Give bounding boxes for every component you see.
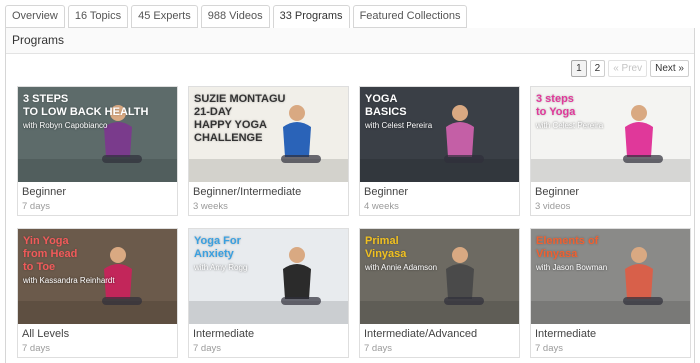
program-duration: 3 videos	[535, 201, 571, 212]
thumbnail-subtitle: with Robyn Capobianco	[23, 121, 108, 130]
thumbnail-title-line: to Toe	[23, 261, 56, 273]
program-card[interactable]: YOGA BASICS with Celest Pereira Beginner 4 w…	[359, 86, 520, 216]
program-duration: 3 weeks	[193, 201, 228, 212]
tab-topics[interactable]: 16 Topics	[67, 5, 129, 28]
program-level: Intermediate	[193, 328, 255, 340]
program-card[interactable]: Primal Vinyasa with Annie Adamson Intermedi…	[359, 228, 520, 358]
thumbnail-subtitle: with Celest Pereira	[365, 121, 433, 130]
program-card[interactable]: Elements of Vinyasa with Jason Bowman Inter…	[530, 228, 691, 358]
page-2-button[interactable]: 2	[589, 60, 606, 77]
thumbnail-title-line: 21-DAY	[194, 106, 233, 118]
program-card[interactable]: 3 steps to Yoga with Celest Pereira Beginne…	[530, 86, 691, 216]
next-page-button[interactable]: Next »	[650, 60, 689, 77]
thumbnail-title-line: BASICS	[365, 106, 407, 118]
thumbnail-subtitle: with Kassandra Reinhardt	[23, 276, 115, 285]
program-thumbnail[interactable]: YOGA BASICS with Celest Pereira	[360, 87, 519, 182]
tab-videos[interactable]: 988 Videos	[200, 5, 270, 28]
program-thumbnail[interactable]: SUZIE MONTAGU 21-DAY HAPPY YOGA CHALLENGE	[189, 87, 348, 182]
thumbnail-title-line: Primal	[365, 235, 399, 247]
prev-page-button[interactable]: « Prev	[608, 60, 648, 77]
thumbnail-subtitle: with Celest Pereira	[536, 121, 604, 130]
program-thumbnail[interactable]: Yin Yoga from Head to Toe with Kassandra Re…	[18, 229, 177, 324]
thumbnail-subtitle: with Annie Adamson	[365, 263, 438, 272]
program-level: Beginner	[22, 186, 67, 198]
thumbnail-title-line: SUZIE MONTAGU	[194, 93, 286, 105]
thumbnail-title-line: Yoga For	[194, 235, 241, 247]
program-card[interactable]: Yin Yoga from Head to Toe with Kassandra Re…	[17, 228, 178, 358]
thumbnail-title-line: to Yoga	[536, 106, 576, 118]
pagination: 1 2 « Prev Next »	[571, 60, 689, 77]
program-level: Beginner/Intermediate	[193, 186, 302, 198]
thumbnail-title-line: 3 STEPS	[23, 93, 69, 105]
thumbnail-title-line: TO LOW BACK HEALTH	[23, 106, 149, 118]
page-1-button[interactable]: 1	[571, 60, 587, 77]
program-duration: 4 weeks	[364, 201, 399, 212]
program-card[interactable]: SUZIE MONTAGU 21-DAY HAPPY YOGA CHALLENGE Be…	[188, 86, 349, 216]
thumbnail-title-line: Vinyasa	[536, 248, 578, 260]
tab-overview[interactable]: Overview	[5, 5, 65, 28]
program-tabs: Overview 16 Topics 45 Experts 988 Videos…	[5, 5, 470, 30]
program-duration: 7 days	[535, 343, 563, 354]
section-title: Programs	[6, 28, 694, 54]
tab-featured-collections[interactable]: Featured Collections	[352, 5, 468, 28]
program-duration: 7 days	[193, 343, 221, 354]
program-duration: 7 days	[22, 201, 50, 212]
program-thumbnail[interactable]: 3 steps to Yoga with Celest Pereira	[531, 87, 690, 182]
program-thumbnail[interactable]: Primal Vinyasa with Annie Adamson	[360, 229, 519, 324]
program-duration: 7 days	[364, 343, 392, 354]
program-thumbnail[interactable]: Yoga For Anxiety with Amy Rogg	[189, 229, 348, 324]
program-thumbnail[interactable]: 3 STEPS TO LOW BACK HEALTH with Robyn Capo…	[18, 87, 177, 182]
thumbnail-title-line: Yin Yoga	[23, 235, 69, 247]
thumbnail-title-line: 3 steps	[536, 93, 574, 105]
program-level: All Levels	[22, 328, 70, 340]
tab-programs[interactable]: 33 Programs	[272, 5, 350, 30]
thumbnail-title-line: YOGA	[365, 93, 398, 105]
program-duration: 7 days	[22, 343, 50, 354]
program-thumbnail[interactable]: Elements of Vinyasa with Jason Bowman	[531, 229, 690, 324]
thumbnail-title-line: HAPPY YOGA	[194, 119, 267, 131]
tab-experts[interactable]: 45 Experts	[131, 5, 198, 28]
thumbnail-title-line: Elements of	[536, 235, 599, 247]
thumbnail-title-line: from Head	[23, 248, 78, 260]
program-card[interactable]: Yoga For Anxiety with Amy Rogg Intermediate…	[188, 228, 349, 358]
thumbnail-subtitle: with Amy Rogg	[194, 263, 248, 272]
program-level: Beginner	[364, 186, 409, 198]
program-level: Intermediate/Advanced	[364, 328, 478, 340]
program-level: Intermediate	[535, 328, 597, 340]
thumbnail-subtitle: with Jason Bowman	[536, 263, 608, 272]
program-level: Beginner	[535, 186, 580, 198]
thumbnail-title-line: CHALLENGE	[194, 132, 263, 144]
program-card[interactable]: 3 STEPS TO LOW BACK HEALTH with Robyn Capo…	[17, 86, 178, 216]
thumbnail-title-line: Anxiety	[194, 248, 234, 260]
thumbnail-title-line: Vinyasa	[365, 248, 407, 260]
